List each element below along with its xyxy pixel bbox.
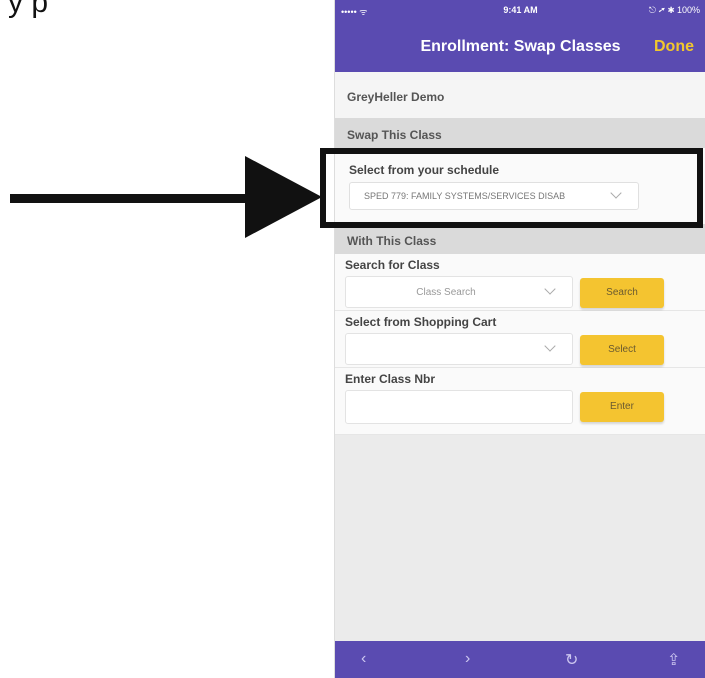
class-search-select[interactable]: Class Search	[345, 276, 573, 308]
chevron-down-icon	[544, 340, 556, 352]
schedule-select-block: Select from your schedule SPED 779: FAMI…	[335, 148, 705, 224]
pointer-arrow-icon	[10, 156, 322, 238]
swap-section-header: Swap This Class	[335, 118, 705, 148]
search-class-row: Search for Class Class Search Search	[335, 254, 705, 311]
status-bar: ••••• ᯤ 9:41 AM ⎋ ➚ ✱ 100%	[335, 0, 705, 22]
bottom-toolbar: ‹ › ↻ ⇪	[335, 641, 705, 678]
phone-screen: ••••• ᯤ 9:41 AM ⎋ ➚ ✱ 100% Enrollment: S…	[334, 0, 705, 678]
org-name-row: GreyHeller Demo	[335, 72, 705, 118]
battery-indicator: ⎋ ➚ ✱ 100%	[648, 5, 700, 15]
refresh-icon[interactable]: ↻	[565, 650, 578, 670]
class-nbr-label: Enter Class Nbr	[345, 372, 436, 386]
schedule-selected-value: SPED 779: FAMILY SYSTEMS/SERVICES DISAB	[364, 191, 566, 201]
search-class-label: Search for Class	[345, 258, 440, 272]
navigation-bar: Enrollment: Swap Classes Done	[335, 22, 705, 72]
search-button[interactable]: Search	[580, 278, 664, 308]
swap-section-title: Swap This Class	[347, 128, 442, 142]
page-title: Enrollment: Swap Classes	[420, 38, 621, 55]
shopping-cart-label: Select from Shopping Cart	[345, 315, 497, 329]
class-nbr-input[interactable]	[345, 390, 573, 424]
done-button[interactable]: Done	[654, 38, 694, 56]
schedule-select-label: Select from your schedule	[349, 163, 500, 177]
chevron-right-icon[interactable]: ›	[465, 650, 470, 668]
shopping-cart-row: Select from Shopping Cart Select	[335, 311, 705, 368]
schedule-class-select[interactable]: SPED 779: FAMILY SYSTEMS/SERVICES DISAB	[349, 182, 639, 210]
select-button[interactable]: Select	[580, 335, 664, 365]
shopping-cart-select[interactable]	[345, 333, 573, 365]
main-content: GreyHeller Demo Swap This Class Select f…	[335, 72, 705, 435]
chevron-down-icon	[610, 187, 622, 199]
chevron-down-icon	[544, 283, 556, 295]
with-section-header: With This Class	[335, 224, 705, 254]
enter-button[interactable]: Enter	[580, 392, 664, 422]
with-section-title: With This Class	[347, 234, 437, 248]
cropped-caption-text: y p	[8, 0, 49, 18]
chevron-left-icon[interactable]: ‹	[361, 650, 366, 668]
org-name: GreyHeller Demo	[347, 90, 445, 104]
class-nbr-row: Enter Class Nbr Enter	[335, 368, 705, 435]
share-icon[interactable]: ⇪	[667, 650, 680, 670]
class-search-placeholder: Class Search	[416, 287, 476, 298]
